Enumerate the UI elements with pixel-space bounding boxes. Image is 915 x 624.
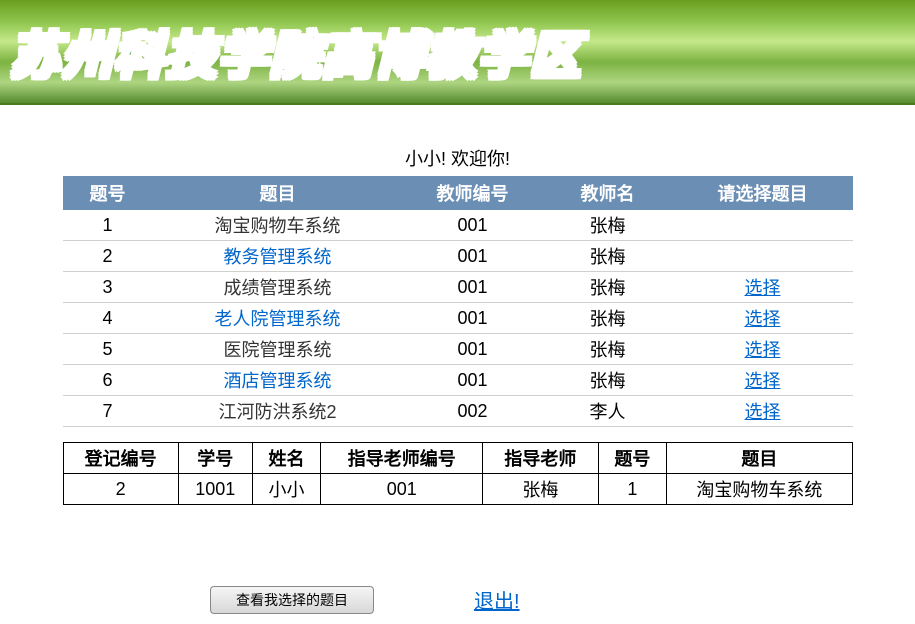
header-reg-topic-id: 题号	[598, 443, 667, 474]
teacher-id-cell: 002	[403, 396, 543, 427]
teacher-name-cell: 李人	[543, 396, 673, 427]
select-cell: 选择	[673, 396, 853, 427]
reg-topic-id-cell: 1	[598, 474, 667, 505]
advisor-name-cell: 张梅	[483, 474, 598, 505]
topic-id-cell: 6	[63, 365, 153, 396]
header-student-name: 姓名	[252, 443, 321, 474]
table-row: 5 医院管理系统 001张梅 选择	[63, 334, 853, 365]
teacher-id-cell: 001	[403, 334, 543, 365]
topic-id-cell: 7	[63, 396, 153, 427]
student-name-cell: 小小	[252, 474, 321, 505]
select-cell: 选择	[673, 365, 853, 396]
topic-id-cell: 5	[63, 334, 153, 365]
header-advisor-name: 指导老师	[483, 443, 598, 474]
reg-id-cell: 2	[63, 474, 178, 505]
teacher-name-cell: 张梅	[543, 334, 673, 365]
select-link[interactable]: 选择	[745, 371, 781, 391]
topic-link[interactable]: 医院管理系统	[224, 340, 332, 360]
teacher-name-cell: 张梅	[543, 272, 673, 303]
topics-header-row: 题号 题目 教师编号 教师名 请选择题目	[63, 176, 853, 210]
teacher-id-cell: 001	[403, 303, 543, 334]
banner-title: 苏州科技学院高博教学区	[10, 16, 582, 88]
topic-link[interactable]: 酒店管理系统	[224, 371, 332, 391]
student-id-cell: 1001	[178, 474, 252, 505]
table-row: 3 成绩管理系统 001张梅 选择	[63, 272, 853, 303]
table-row: 2 教务管理系统 001张梅	[63, 241, 853, 272]
header-advisor-id: 指导老师编号	[321, 443, 483, 474]
bottom-bar: 查看我选择的题目 退出!	[0, 575, 915, 624]
select-cell: 选择	[673, 272, 853, 303]
teacher-id-cell: 001	[403, 272, 543, 303]
topic-id-cell: 3	[63, 272, 153, 303]
table-row: 6 酒店管理系统 001张梅 选择	[63, 365, 853, 396]
reg-topic-title-cell: 淘宝购物车系统	[667, 474, 852, 505]
teacher-name-cell: 张梅	[543, 210, 673, 241]
topic-title-cell: 江河防洪系统2	[153, 396, 403, 427]
header-reg-topic-title: 题目	[667, 443, 852, 474]
teacher-id-cell: 001	[403, 210, 543, 241]
header-reg-id: 登记编号	[63, 443, 178, 474]
header-teacher-id: 教师编号	[403, 176, 543, 210]
table-row: 4 老人院管理系统 001张梅 选择	[63, 303, 853, 334]
registration-header-row: 登记编号 学号 姓名 指导老师编号 指导老师 题号 题目	[63, 443, 852, 474]
select-cell: 选择	[673, 303, 853, 334]
header-topic-title: 题目	[153, 176, 403, 210]
welcome-message: 小小! 欢迎你!	[20, 145, 895, 171]
view-my-topic-button[interactable]: 查看我选择的题目	[210, 586, 374, 614]
topic-id-cell: 1	[63, 210, 153, 241]
main-content: 小小! 欢迎你! 题号 题目 教师编号 教师名 请选择题目 1淘宝购物车系统00…	[0, 105, 915, 515]
topic-title-cell: 成绩管理系统	[153, 272, 403, 303]
select-link[interactable]: 选择	[745, 278, 781, 298]
select-link[interactable]: 选择	[745, 309, 781, 329]
topic-link[interactable]: 教务管理系统	[224, 247, 332, 267]
topic-title-cell: 医院管理系统	[153, 334, 403, 365]
teacher-id-cell: 001	[403, 365, 543, 396]
header-student-id: 学号	[178, 443, 252, 474]
select-cell	[673, 210, 853, 241]
registration-row: 2 1001 小小 001 张梅 1 淘宝购物车系统	[63, 474, 852, 505]
topic-link[interactable]: 老人院管理系统	[215, 309, 341, 329]
topic-link[interactable]: 成绩管理系统	[224, 278, 332, 298]
topic-link[interactable]: 江河防洪系统2	[218, 402, 336, 422]
select-link[interactable]: 选择	[745, 340, 781, 360]
teacher-name-cell: 张梅	[543, 365, 673, 396]
advisor-id-cell: 001	[321, 474, 483, 505]
header-topic-id: 题号	[63, 176, 153, 210]
table-row: 1 淘宝购物车系统 001张梅	[63, 210, 853, 241]
topic-title-cell: 酒店管理系统	[153, 365, 403, 396]
header-select: 请选择题目	[673, 176, 853, 210]
topics-table: 题号 题目 教师编号 教师名 请选择题目 1淘宝购物车系统001张梅2教务管理系…	[63, 176, 853, 427]
table-row: 7 江河防洪系统2 002李人 选择	[63, 396, 853, 427]
topic-id-cell: 2	[63, 241, 153, 272]
banner: 苏州科技学院高博教学区	[0, 0, 915, 105]
teacher-id-cell: 001	[403, 241, 543, 272]
select-cell	[673, 241, 853, 272]
select-link[interactable]: 选择	[745, 402, 781, 422]
registration-table: 登记编号 学号 姓名 指导老师编号 指导老师 题号 题目 2 1001 小小 0…	[63, 442, 853, 505]
teacher-name-cell: 张梅	[543, 241, 673, 272]
topic-link[interactable]: 淘宝购物车系统	[215, 216, 341, 236]
topic-id-cell: 4	[63, 303, 153, 334]
logout-link[interactable]: 退出!	[474, 585, 520, 614]
teacher-name-cell: 张梅	[543, 303, 673, 334]
topic-title-cell: 淘宝购物车系统	[153, 210, 403, 241]
topic-title-cell: 教务管理系统	[153, 241, 403, 272]
header-teacher-name: 教师名	[543, 176, 673, 210]
topic-title-cell: 老人院管理系统	[153, 303, 403, 334]
select-cell: 选择	[673, 334, 853, 365]
